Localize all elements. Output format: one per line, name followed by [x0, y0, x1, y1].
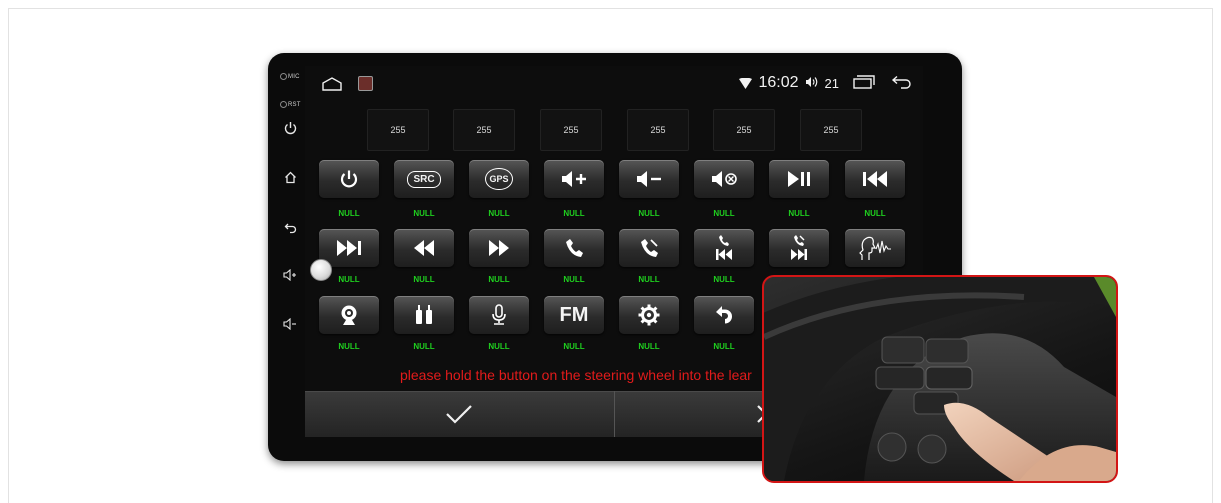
- gps-key-button[interactable]: GPS: [469, 160, 529, 198]
- learning-prompt: please hold the button on the steering w…: [400, 367, 752, 383]
- key-status-4: NULL: [563, 209, 585, 218]
- recent-apps-icon[interactable]: [853, 74, 875, 92]
- fast-forward-icon: [489, 240, 509, 256]
- back-arrow-icon: [716, 306, 732, 324]
- key-status-7: NULL: [788, 209, 810, 218]
- volume-up-side-icon[interactable]: [283, 268, 297, 284]
- key-status-20: NULL: [713, 342, 735, 351]
- volume-up-key-button[interactable]: [544, 160, 604, 198]
- hang-up-key-button[interactable]: [619, 229, 679, 267]
- key-status-8: NULL: [864, 209, 886, 218]
- previous-track-icon: [863, 171, 887, 187]
- key-status-2: NULL: [413, 209, 435, 218]
- key-status-13: NULL: [638, 275, 660, 284]
- src-icon: SRC: [407, 170, 441, 188]
- back-key-button[interactable]: [694, 296, 754, 334]
- app-icon[interactable]: [358, 76, 373, 91]
- rewind-icon: [414, 240, 434, 256]
- microphone-key-button[interactable]: [469, 296, 529, 334]
- camera-icon: [341, 305, 357, 325]
- call-previous-key-button[interactable]: [694, 229, 754, 267]
- key-value-box-3: 255: [540, 109, 602, 151]
- mute-icon: [712, 171, 737, 187]
- answer-call-key-button[interactable]: [544, 229, 604, 267]
- action-divider: [614, 391, 615, 437]
- key-status-12: NULL: [563, 275, 585, 284]
- home-icon[interactable]: [283, 171, 297, 187]
- clock-time: 16:02: [758, 74, 799, 91]
- key-status-18: NULL: [563, 342, 585, 351]
- voice-command-icon: [859, 236, 891, 260]
- call-next-icon: [791, 235, 807, 260]
- rca-audio-icon: [416, 305, 432, 324]
- settings-key-button[interactable]: [619, 296, 679, 334]
- checkmark-icon: [446, 405, 472, 424]
- hang-up-icon: [641, 239, 658, 257]
- home-nav-icon[interactable]: [321, 77, 343, 96]
- key-value-box-5: 255: [713, 109, 775, 151]
- power-key-button[interactable]: [319, 160, 379, 198]
- volume-level: 21: [824, 75, 839, 91]
- settings-gear-icon: [638, 304, 660, 326]
- call-next-key-button[interactable]: [769, 229, 829, 267]
- key-status-6: NULL: [713, 209, 735, 218]
- status-bar: 16:02 21: [305, 66, 923, 102]
- key-value-box-1: 255: [367, 109, 429, 151]
- mute-key-button[interactable]: [694, 160, 754, 198]
- volume-up-icon: [562, 171, 586, 187]
- back-icon[interactable]: [283, 222, 297, 237]
- gps-icon: GPS: [485, 168, 513, 190]
- previous-track-key-button[interactable]: [845, 160, 905, 198]
- key-value-box-4: 255: [627, 109, 689, 151]
- fm-radio-icon: FM: [559, 303, 589, 326]
- rst-label: RST: [280, 101, 301, 108]
- fm-radio-key-button[interactable]: FM: [544, 296, 604, 334]
- src-key-button[interactable]: SRC: [394, 160, 454, 198]
- key-value-box-2: 255: [453, 109, 515, 151]
- volume-down-key-button[interactable]: [619, 160, 679, 198]
- call-previous-icon: [716, 235, 732, 260]
- microphone-icon: [492, 304, 506, 325]
- key-status-5: NULL: [638, 209, 660, 218]
- power-icon: [340, 170, 358, 188]
- confirm-button[interactable]: [445, 404, 473, 429]
- power-icon[interactable]: [283, 121, 297, 138]
- key-status-19: NULL: [638, 342, 660, 351]
- fast-forward-key-button[interactable]: [469, 229, 529, 267]
- key-value-box-6: 255: [800, 109, 862, 151]
- speaker-icon: [805, 75, 819, 91]
- steering-wheel-photo-inset: [762, 275, 1118, 483]
- play-pause-key-button[interactable]: [769, 160, 829, 198]
- volume-down-side-icon[interactable]: [283, 317, 297, 333]
- return-icon[interactable]: [891, 75, 913, 92]
- floating-assistive-ball[interactable]: [310, 259, 332, 281]
- answer-call-icon: [566, 239, 583, 257]
- volume-down-icon: [637, 171, 661, 187]
- mic-label: MIC: [280, 73, 300, 80]
- key-status-11: NULL: [488, 275, 510, 284]
- key-status-16: NULL: [413, 342, 435, 351]
- rewind-key-button[interactable]: [394, 229, 454, 267]
- key-status-3: NULL: [488, 209, 510, 218]
- camera-key-button[interactable]: [319, 296, 379, 334]
- next-track-icon: [337, 240, 361, 256]
- steering-wheel-illustration: [764, 277, 1116, 481]
- key-status-14: NULL: [713, 275, 735, 284]
- rca-audio-key-button[interactable]: [394, 296, 454, 334]
- play-pause-icon: [788, 171, 810, 187]
- key-status-1: NULL: [338, 209, 360, 218]
- voice-command-key-button[interactable]: [845, 229, 905, 267]
- key-status-17: NULL: [488, 342, 510, 351]
- wifi-icon: [739, 77, 753, 89]
- key-status-15: NULL: [338, 342, 360, 351]
- key-status-10: NULL: [413, 275, 435, 284]
